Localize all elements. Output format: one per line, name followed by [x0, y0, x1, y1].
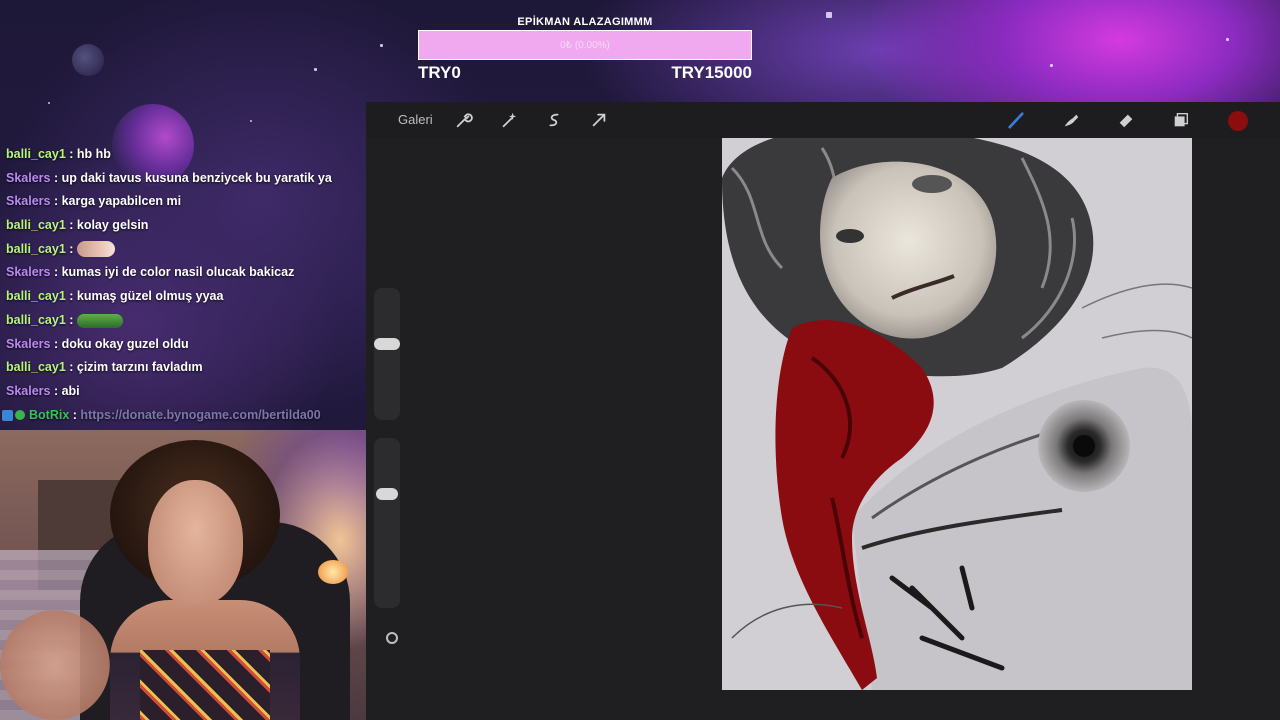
chat-text: çizim tarzını favladım	[76, 360, 203, 375]
chat-separator: :	[50, 170, 62, 185]
chat-text: hb hb	[76, 147, 111, 161]
magic-wand-icon[interactable]	[499, 110, 519, 130]
chat-text: doku okay guzel oldu	[61, 336, 189, 351]
chat-message: balli_cay1 : kumaş güzel olmuş yyaa	[0, 285, 380, 309]
chat-message: balli_cay1 : çizim tarzını favladım	[0, 356, 380, 380]
goal-title: EPİKMAN ALAZAGIMMM	[517, 16, 653, 28]
chat-username: balli_cay1	[6, 218, 66, 233]
chat-overlay: balli_cay1 : hb hb Skalers : up daki tav…	[0, 143, 380, 427]
chat-username: Skalers	[6, 383, 51, 398]
goal-max-label: TRY15000	[671, 63, 752, 82]
chat-message: Skalers : up daki tavus kusuna benziycek…	[0, 167, 380, 191]
chat-message-bot: BotRix : https://donate.bynogame.com/ber…	[0, 404, 380, 428]
chat-message: balli_cay1 :	[0, 309, 380, 333]
wrench-icon[interactable]	[454, 110, 474, 130]
chat-message: Skalers : kumas iyi de color nasil oluca…	[0, 261, 380, 285]
brush-icon[interactable]	[1006, 110, 1026, 130]
chat-message: Skalers : doku okay guzel oldu	[0, 333, 380, 357]
undo-button[interactable]	[386, 632, 398, 644]
chat-separator: :	[50, 194, 62, 209]
chat-text: kumaş güzel olmuş yyaa	[76, 289, 224, 304]
chat-separator: :	[50, 336, 62, 351]
hand-emote	[76, 241, 115, 258]
chat-separator: :	[65, 360, 77, 375]
selection-icon[interactable]	[544, 110, 564, 130]
transform-arrow-icon[interactable]	[589, 110, 609, 130]
artwork	[722, 138, 1192, 690]
donation-goal-widget: EPİKMAN ALAZAGIMMM 0₺ (0.00%) TRY0 TRY15…	[418, 14, 752, 83]
star	[826, 12, 832, 18]
right-eye	[836, 229, 864, 243]
color-picker-button[interactable]	[1228, 111, 1248, 131]
app-toolbar: Galeri	[366, 102, 1280, 138]
left-eye	[912, 175, 952, 193]
layers-icon[interactable]	[1171, 110, 1191, 130]
chat-separator: :	[50, 383, 62, 398]
star	[380, 44, 383, 47]
chat-text: kolay gelsin	[76, 218, 149, 233]
chat-separator: :	[65, 218, 77, 233]
procreate-app: Galeri	[366, 102, 1280, 720]
streamer-face	[148, 480, 243, 605]
chat-username: BotRix	[29, 407, 70, 422]
star	[48, 102, 50, 104]
goal-min-label: TRY0	[418, 63, 461, 82]
chat-text: abi	[61, 383, 80, 398]
chat-username: Skalers	[6, 336, 51, 351]
goal-progress-bar: 0₺ (0.00%)	[418, 30, 752, 60]
chat-text: up daki tavus kusuna benziycek bu yarati…	[61, 170, 332, 185]
chat-text: kumas iyi de color nasil olucak bakicaz	[61, 265, 295, 280]
brush-size-thumb[interactable]	[374, 338, 400, 350]
streamer-hand	[0, 610, 110, 720]
star	[1050, 64, 1053, 67]
chat-separator: :	[65, 147, 77, 161]
goal-progress-text: 0₺ (0.00%)	[560, 39, 610, 51]
star	[250, 120, 252, 122]
chat-message: balli_cay1 :	[0, 238, 380, 262]
gallery-button[interactable]: Galeri	[398, 112, 433, 127]
star	[1226, 38, 1229, 41]
webcam-feed	[0, 430, 388, 720]
salt-lamp	[318, 560, 348, 584]
opacity-slider[interactable]	[374, 438, 400, 608]
chat-separator: :	[65, 289, 77, 304]
creature-pupil	[1073, 435, 1095, 457]
chat-username: Skalers	[6, 194, 51, 209]
chat-text: karga yapabilcen mi	[61, 194, 182, 209]
chat-separator: :	[69, 407, 81, 422]
chat-username: balli_cay1	[6, 289, 66, 304]
chat-username: balli_cay1	[6, 241, 66, 256]
chat-separator: :	[50, 265, 62, 280]
chat-username: Skalers	[6, 265, 51, 280]
star	[314, 68, 317, 71]
small-planet	[72, 44, 104, 76]
chat-separator: :	[65, 241, 77, 256]
verified-check-icon	[15, 410, 25, 421]
streamer-dress	[140, 650, 270, 720]
chat-message: balli_cay1 : hb hb	[0, 143, 380, 167]
chat-username: balli_cay1	[6, 147, 66, 161]
bot-badge-icon	[2, 409, 13, 421]
frog-emote	[76, 313, 123, 328]
chat-message: Skalers : abi	[0, 380, 380, 404]
smudge-icon[interactable]	[1061, 110, 1081, 130]
goal-limits: TRY0 TRY15000	[418, 63, 752, 83]
chat-separator: :	[65, 312, 77, 327]
chat-username: balli_cay1	[6, 312, 66, 327]
donate-link[interactable]: https://donate.bynogame.com/bertilda00	[80, 408, 320, 422]
chat-message: Skalers : karga yapabilcen mi	[0, 190, 380, 214]
chat-username: balli_cay1	[6, 360, 66, 375]
chat-message: balli_cay1 : kolay gelsin	[0, 214, 380, 238]
drawing-canvas[interactable]	[722, 138, 1192, 690]
side-panel	[370, 288, 404, 644]
chat-username: Skalers	[6, 170, 51, 185]
brush-size-slider[interactable]	[374, 288, 400, 420]
eraser-icon[interactable]	[1116, 110, 1136, 130]
opacity-thumb[interactable]	[376, 488, 398, 500]
